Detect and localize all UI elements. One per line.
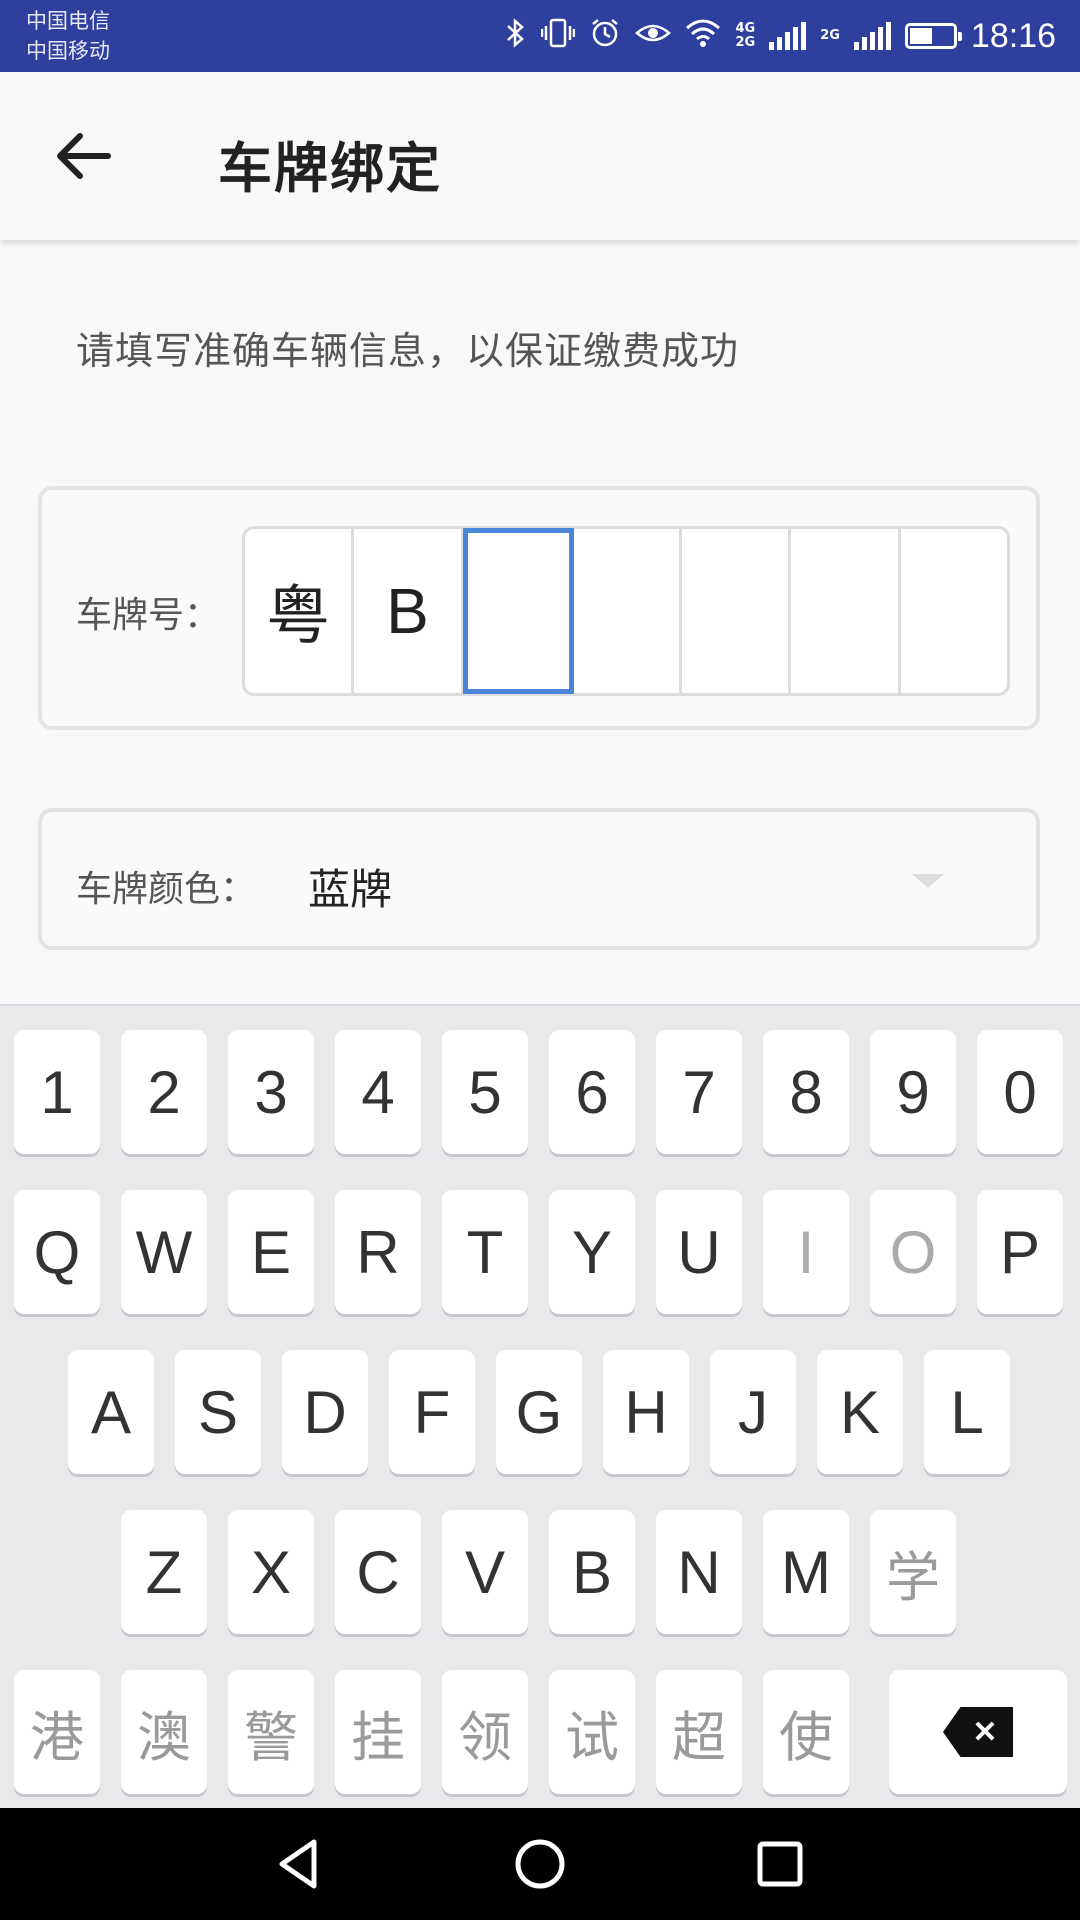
plate-number-label: 车牌号： <box>76 595 221 636</box>
plate-color-label: 车牌颜色： <box>76 869 257 910</box>
key-3[interactable]: 3 <box>228 1030 314 1154</box>
app-bar: 车牌绑定 <box>0 72 1080 240</box>
network-type-label-2: 2G <box>820 28 840 43</box>
plate-color-select[interactable]: 车牌颜色： 蓝牌 <box>38 808 1040 950</box>
key-o: O <box>870 1190 956 1314</box>
triangle-back-icon <box>279 1839 317 1889</box>
instruction-text: 请填写准确车辆信息，以保证缴费成功 <box>76 329 740 373</box>
plate-cell-7[interactable] <box>901 529 1007 693</box>
vibrate-icon <box>541 17 576 56</box>
dropdown-arrow-icon[interactable] <box>912 874 944 888</box>
circle-home-icon <box>515 1839 565 1889</box>
plate-number-card: 车牌号： 粤 B <box>38 486 1040 730</box>
square-recents-icon <box>757 1841 803 1887</box>
key-g[interactable]: G <box>496 1350 582 1474</box>
key-m[interactable]: M <box>763 1510 849 1634</box>
key-x[interactable]: X <box>228 1510 314 1634</box>
plate-cell-5[interactable] <box>682 529 792 693</box>
key-b[interactable]: B <box>549 1510 635 1634</box>
key-a[interactable]: A <box>68 1350 154 1474</box>
plate-cell-4[interactable] <box>573 529 683 693</box>
signal-icon-2 <box>853 22 891 50</box>
plate-cell-1[interactable]: 粤 <box>245 529 355 693</box>
key-f[interactable]: F <box>389 1350 475 1474</box>
key-d[interactable]: D <box>282 1350 368 1474</box>
key-jing[interactable]: 警 <box>228 1670 314 1794</box>
key-j[interactable]: J <box>710 1350 796 1474</box>
plate-cell-3[interactable] <box>462 528 574 694</box>
status-bar: 中国电信 中国移动 4G 2G 2G 18:16 <box>0 0 1080 72</box>
signal-icon <box>769 22 807 50</box>
key-r[interactable]: R <box>335 1190 421 1314</box>
key-q[interactable]: Q <box>14 1190 100 1314</box>
key-ling[interactable]: 领 <box>442 1670 528 1794</box>
key-t[interactable]: T <box>442 1190 528 1314</box>
status-icons: 4G 2G 2G 18:16 <box>505 0 1056 72</box>
key-5[interactable]: 5 <box>442 1030 528 1154</box>
network-type-label: 4G 2G <box>735 21 756 50</box>
key-6[interactable]: 6 <box>549 1030 635 1154</box>
key-9[interactable]: 9 <box>870 1030 956 1154</box>
key-i: I <box>763 1190 849 1314</box>
nav-recents-button[interactable] <box>750 1834 810 1894</box>
key-p[interactable]: P <box>977 1190 1063 1314</box>
wifi-icon <box>685 18 721 55</box>
key-xue: 学 <box>870 1510 956 1634</box>
plate-number-input[interactable]: 粤 B <box>242 526 1010 696</box>
key-v[interactable]: V <box>442 1510 528 1634</box>
key-shi-envoy[interactable]: 使 <box>763 1670 849 1794</box>
nav-back-button[interactable] <box>270 1834 330 1894</box>
arrow-left-icon <box>57 133 111 179</box>
key-u[interactable]: U <box>656 1190 742 1314</box>
carrier-name-1: 中国电信 <box>26 9 110 33</box>
bluetooth-icon <box>505 17 527 56</box>
key-n[interactable]: N <box>656 1510 742 1634</box>
key-1[interactable]: 1 <box>14 1030 100 1154</box>
plate-keyboard: 1 2 3 4 5 6 7 8 9 0 Q W E R T Y U I O P … <box>0 1004 1080 1810</box>
backspace-icon: ✕ <box>943 1707 1013 1757</box>
nav-home-button[interactable] <box>510 1834 570 1894</box>
key-y[interactable]: Y <box>549 1190 635 1314</box>
back-button[interactable] <box>46 116 126 196</box>
eye-icon <box>635 19 672 54</box>
delete-button[interactable]: ✕ <box>889 1670 1067 1794</box>
plate-cell-6[interactable] <box>791 529 901 693</box>
key-0[interactable]: 0 <box>977 1030 1063 1154</box>
key-gua[interactable]: 挂 <box>335 1670 421 1794</box>
key-s[interactable]: S <box>175 1350 261 1474</box>
key-c[interactable]: C <box>335 1510 421 1634</box>
key-8[interactable]: 8 <box>763 1030 849 1154</box>
key-2[interactable]: 2 <box>121 1030 207 1154</box>
key-7[interactable]: 7 <box>656 1030 742 1154</box>
battery-icon <box>904 23 962 49</box>
key-chao[interactable]: 超 <box>656 1670 742 1794</box>
clock: 18:16 <box>970 16 1056 55</box>
carrier-info: 中国电信 中国移动 <box>26 6 110 66</box>
key-w[interactable]: W <box>121 1190 207 1314</box>
key-z[interactable]: Z <box>121 1510 207 1634</box>
key-l[interactable]: L <box>924 1350 1010 1474</box>
plate-color-value: 蓝牌 <box>308 865 393 914</box>
page-title: 车牌绑定 <box>218 137 442 200</box>
key-shi[interactable]: 试 <box>549 1670 635 1794</box>
key-ao[interactable]: 澳 <box>121 1670 207 1794</box>
key-4[interactable]: 4 <box>335 1030 421 1154</box>
key-e[interactable]: E <box>228 1190 314 1314</box>
key-h[interactable]: H <box>603 1350 689 1474</box>
carrier-name-2: 中国移动 <box>26 39 110 63</box>
key-k[interactable]: K <box>817 1350 903 1474</box>
navigation-bar <box>0 1808 1080 1920</box>
alarm-icon <box>589 17 621 56</box>
key-gang[interactable]: 港 <box>14 1670 100 1794</box>
plate-cell-2[interactable]: B <box>354 529 464 693</box>
